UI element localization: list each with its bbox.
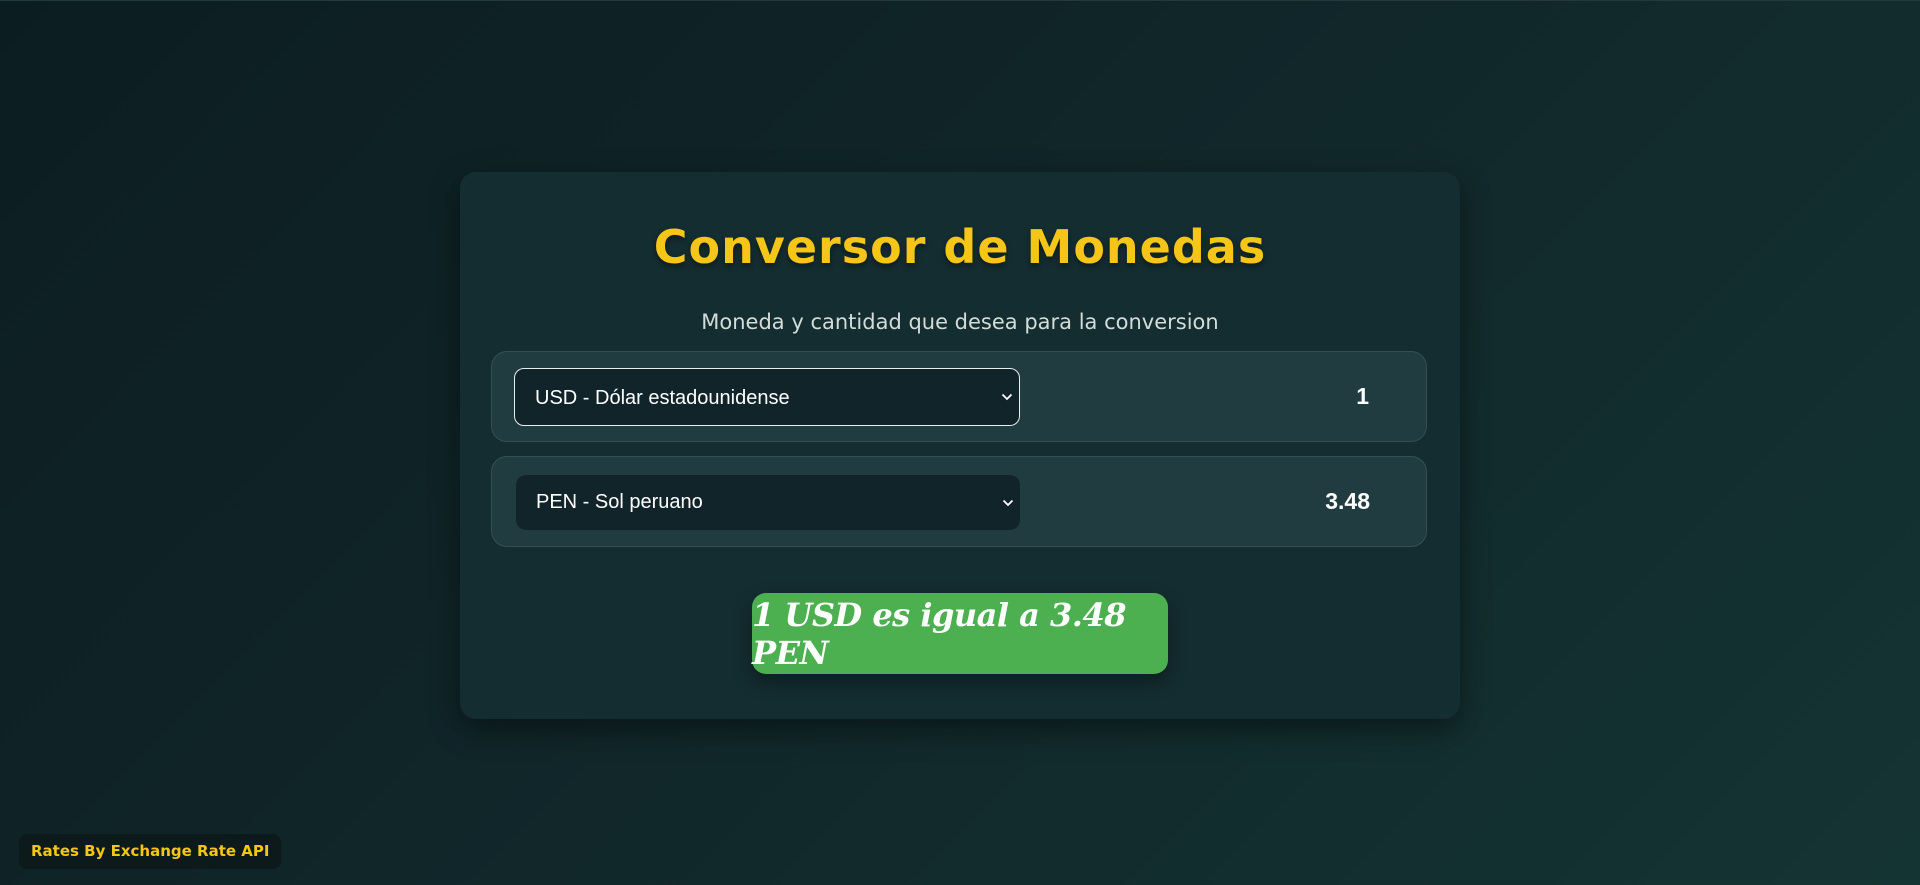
to-amount-value: 3.48	[1325, 488, 1370, 514]
from-currency-select[interactable]: USD - Dólar estadounidense	[514, 368, 1020, 426]
chevron-down-icon	[1001, 369, 1013, 425]
from-currency-row: USD - Dólar estadounidense 1	[491, 351, 1427, 442]
subtitle: Moneda y cantidad que desea para la conv…	[701, 310, 1219, 334]
to-currency-row: PEN - Sol peruano 3.48	[491, 456, 1427, 547]
from-amount-input[interactable]: 1	[1356, 352, 1369, 441]
to-currency-select[interactable]: PEN - Sol peruano	[516, 475, 1020, 530]
page-title: Conversor de Monedas	[653, 220, 1267, 274]
converter-card: Conversor de Monedas Moneda y cantidad q…	[460, 172, 1460, 719]
from-currency-value: USD - Dólar estadounidense	[535, 387, 790, 409]
rates-credit-link[interactable]: Rates By Exchange Rate API	[19, 834, 282, 869]
chevron-down-icon	[1002, 475, 1014, 530]
to-currency-value: PEN - Sol peruano	[536, 491, 703, 513]
conversion-result: 1 USD es igual a 3.48 PEN	[752, 593, 1168, 674]
